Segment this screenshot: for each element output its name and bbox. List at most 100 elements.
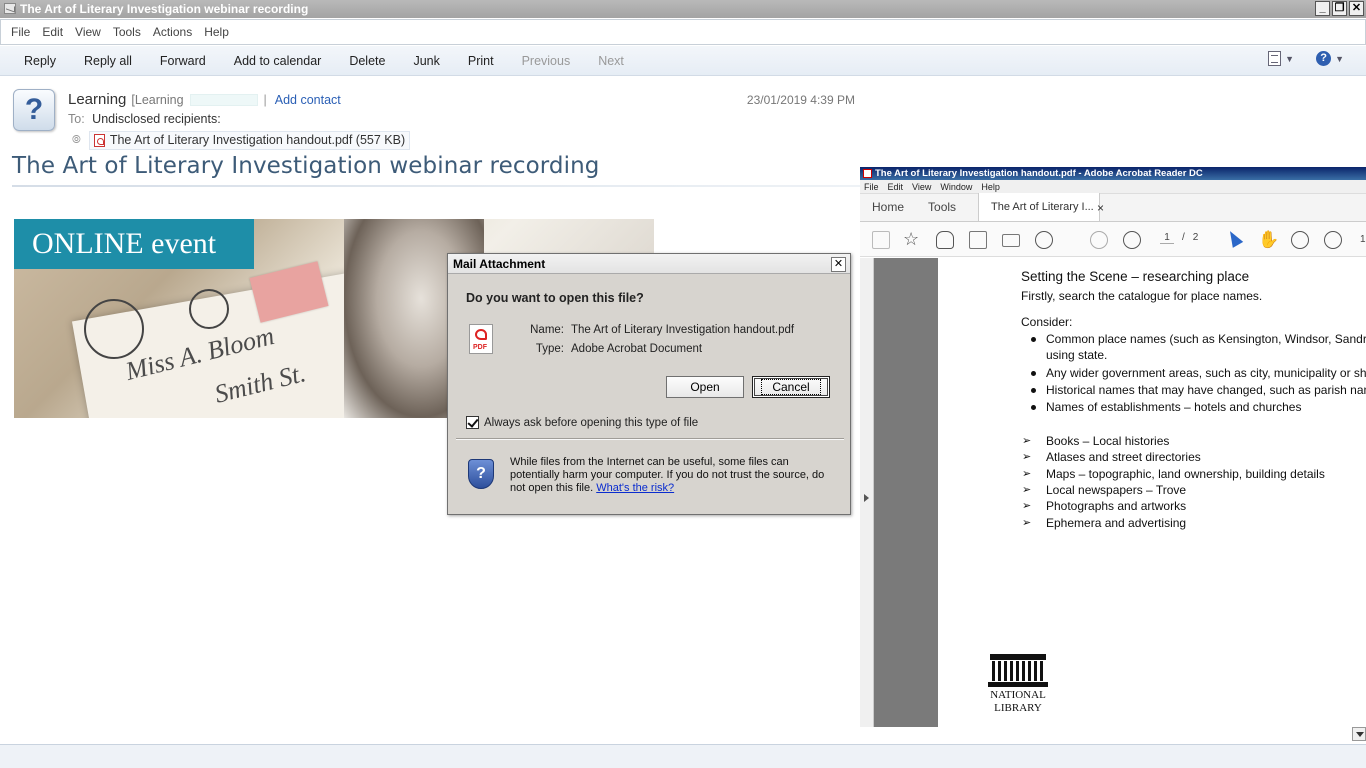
pdf-arrow-item: ➢ Atlases and street directories: [1022, 450, 1201, 464]
acrobat-menu-window[interactable]: Window: [940, 182, 972, 192]
email-icon[interactable]: [1002, 234, 1020, 247]
menu-edit[interactable]: Edit: [36, 25, 69, 39]
reply-button[interactable]: Reply: [10, 47, 70, 75]
tab-tools[interactable]: Tools: [916, 193, 968, 221]
dialog-divider: [456, 438, 844, 440]
dialog-close-button[interactable]: ✕: [831, 257, 846, 272]
scroll-down-button[interactable]: [1352, 727, 1366, 741]
help-icon[interactable]: ? ▼: [1316, 51, 1344, 66]
type-label: Type:: [535, 343, 564, 355]
message-subject: The Art of Literary Investigation webina…: [12, 153, 600, 179]
acrobat-toolbar: ☆ 1 / 2 ✋ 1: [860, 222, 1366, 257]
add-to-calendar-button[interactable]: Add to calendar: [220, 47, 336, 75]
tab-document[interactable]: The Art of Literary I...: [978, 193, 1101, 221]
always-ask-checkbox[interactable]: [466, 416, 479, 429]
acrobat-reader-window: The Art of Literary Investigation handou…: [860, 167, 1366, 727]
zoom-value[interactable]: 1: [1360, 234, 1366, 245]
expand-panel-icon[interactable]: [864, 494, 869, 502]
sender-name[interactable]: Learning: [68, 91, 126, 108]
file-type-value: Adobe Acrobat Document: [571, 343, 703, 355]
pdf-consider: Consider:: [1021, 315, 1073, 329]
print-button[interactable]: Print: [454, 47, 508, 75]
tab-close-icon[interactable]: ×: [1097, 201, 1104, 215]
pdf-bullet: Names of establishments – hotels and chu…: [1031, 400, 1301, 414]
always-ask-checkbox-row[interactable]: Always ask before opening this type of f…: [466, 416, 698, 429]
page-down-icon[interactable]: [1123, 231, 1141, 249]
pdf-intro: Firstly, search the catalogue for place …: [1021, 289, 1263, 303]
acrobat-menu-help[interactable]: Help: [981, 182, 1000, 192]
page-up-icon[interactable]: [1090, 231, 1108, 249]
zoom-out-icon[interactable]: [1291, 231, 1309, 249]
pdf-heading: Setting the Scene – researching place: [1021, 269, 1250, 284]
pdf-document-icon: PDF: [469, 324, 493, 354]
pdf-arrow-item: ➢ Photographs and artworks: [1022, 499, 1187, 513]
zoom-in-icon[interactable]: [1324, 231, 1342, 249]
previous-button[interactable]: Previous: [508, 47, 585, 75]
window-title: The Art of Literary Investigation webina…: [20, 2, 309, 16]
hand-tool-icon[interactable]: ✋: [1258, 231, 1279, 249]
acrobat-logo-icon: [863, 169, 872, 178]
acrobat-menu-file[interactable]: File: [864, 182, 879, 192]
close-button[interactable]: ✕: [1349, 1, 1364, 16]
national-library-logo: NATIONAL LIBRARY: [986, 654, 1050, 714]
attachment-chip[interactable]: The Art of Literary Investigation handou…: [88, 130, 411, 150]
mail-attachment-dialog: Mail Attachment ✕ Do you want to open th…: [447, 253, 851, 515]
dialog-question: Do you want to open this file?: [466, 291, 644, 305]
acrobat-left-panel[interactable]: [860, 258, 874, 727]
minimize-button[interactable]: _: [1315, 1, 1330, 16]
pdf-bullet: Any wider government areas, such as city…: [1031, 366, 1366, 380]
header-divider: [12, 185, 862, 187]
library-building-icon: [988, 654, 1048, 688]
delete-button[interactable]: Delete: [335, 47, 399, 75]
acrobat-titlebar: The Art of Literary Investigation handou…: [860, 167, 1366, 180]
tab-home[interactable]: Home: [860, 193, 916, 221]
page-total: 2: [1192, 232, 1199, 243]
menu-view[interactable]: View: [69, 25, 107, 39]
print-icon[interactable]: [969, 231, 987, 249]
cancel-button-label: Cancel: [761, 379, 821, 395]
to-line: To: Undisclosed recipients:: [68, 112, 221, 126]
menu-bar: File Edit View Tools Actions Help: [0, 19, 1366, 45]
forward-button[interactable]: Forward: [146, 47, 220, 75]
pdf-arrow-item: ➢ Ephemera and advertising: [1022, 516, 1187, 530]
menu-help[interactable]: Help: [198, 25, 235, 39]
acrobat-menu-edit[interactable]: Edit: [888, 182, 904, 192]
window-titlebar: The Art of Literary Investigation webina…: [0, 0, 1366, 18]
message-header: ? Learning [Learning | Add contact 23/01…: [0, 77, 862, 187]
unknown-sender-icon: ?: [13, 89, 55, 131]
menu-actions[interactable]: Actions: [147, 25, 198, 39]
mail-app-icon: [4, 3, 16, 14]
junk-button[interactable]: Junk: [399, 47, 453, 75]
upload-icon[interactable]: [936, 231, 954, 249]
to-label: To:: [68, 112, 85, 126]
cancel-button[interactable]: Cancel: [752, 376, 830, 398]
view-options-icon[interactable]: ▼: [1268, 51, 1294, 66]
zoom-search-icon[interactable]: [1035, 231, 1053, 249]
page-number-input[interactable]: 1: [1160, 232, 1174, 244]
sender-address: [Learning: [131, 92, 184, 107]
always-ask-label: Always ask before opening this type of f…: [484, 416, 699, 429]
next-button[interactable]: Next: [584, 47, 638, 75]
save-icon[interactable]: [872, 231, 890, 249]
menu-file[interactable]: File: [5, 25, 36, 39]
pdf-bullet-continuation: using state.: [1046, 348, 1108, 362]
restore-button[interactable]: ❐: [1332, 1, 1347, 16]
reply-all-button[interactable]: Reply all: [70, 47, 146, 75]
page-margin: [874, 258, 938, 727]
pdf-page: Setting the Scene – researching place Fi…: [938, 258, 1366, 727]
select-cursor-icon[interactable]: [1224, 228, 1244, 248]
postmark-icon: [189, 289, 229, 329]
redacted-address: [189, 93, 258, 106]
acrobat-menu-view[interactable]: View: [912, 182, 931, 192]
logo-text-line1: NATIONAL: [990, 689, 1046, 701]
security-shield-icon: ?: [468, 459, 494, 489]
whats-the-risk-link[interactable]: What's the risk?: [596, 482, 674, 494]
status-bar: [0, 744, 1366, 768]
pdf-bullet: Common place names (such as Kensington, …: [1031, 332, 1366, 346]
open-button[interactable]: Open: [666, 376, 744, 398]
pdf-file-icon: [93, 133, 105, 147]
star-icon[interactable]: ☆: [903, 230, 921, 249]
menu-tools[interactable]: Tools: [107, 25, 147, 39]
pdf-arrow-item: ➢ Books – Local histories: [1022, 434, 1170, 448]
add-contact-link[interactable]: Add contact: [275, 93, 341, 107]
